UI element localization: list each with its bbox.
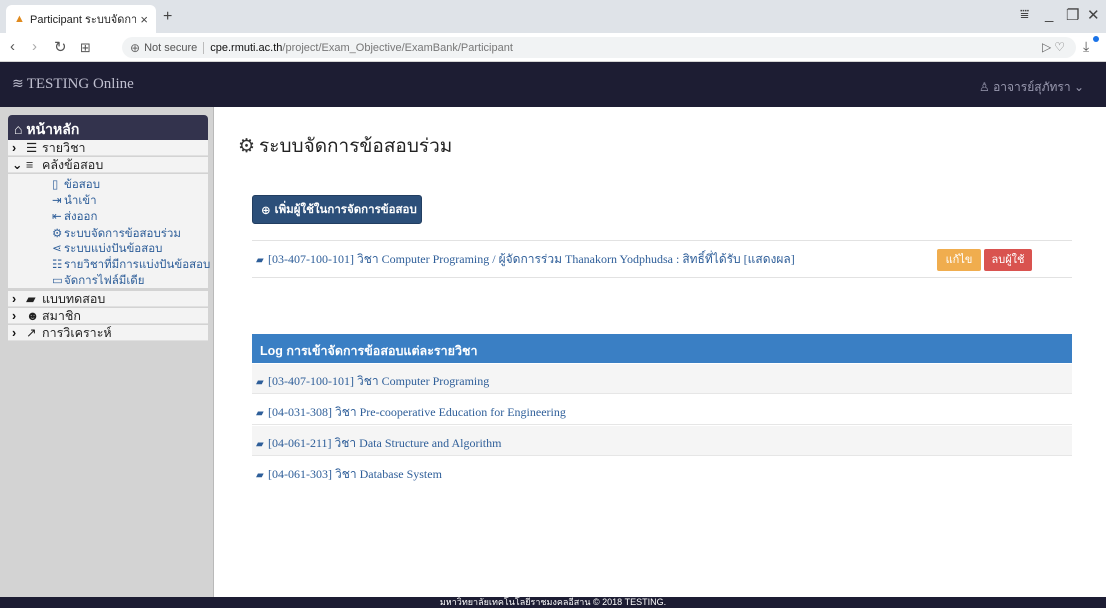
sidebar-item-label: การวิเคราะห์ [42, 326, 112, 340]
submenu-label: ระบบแบ่งปันข้อสอบ [64, 243, 163, 255]
submenu-label: ข้อสอบ [64, 179, 100, 191]
sidebar-item-exam-bank[interactable]: ⌄ ≡ คลังข้อสอบ [8, 157, 208, 173]
browser-tab-strip: ▲ Participant ระบบจัดการข้อสอบร่วม × + ⩸… [0, 0, 1106, 33]
log-item[interactable]: ▰ [03-407-100-101] วิชา Computer Programi… [252, 364, 1072, 394]
plus-circle-icon: ⊕ [261, 204, 271, 217]
sidebar-item-label: สมาชิก [42, 309, 81, 323]
minimize-button[interactable]: _ [1045, 6, 1053, 23]
bookmark-icon[interactable]: ▷♡ [1042, 40, 1068, 54]
tab-title: Participant ระบบจัดการข้อสอบร่วม [30, 14, 137, 26]
import-icon: ⇥ [52, 195, 62, 207]
submenu-label: ส่งออก [64, 211, 98, 223]
browser-tab[interactable]: ▲ Participant ระบบจัดการข้อสอบร่วม × [6, 5, 156, 33]
submenu-label: รายวิชาที่มีการแบ่งปันข้อสอบ [64, 259, 211, 271]
reload-icon[interactable]: ↻ [54, 38, 67, 56]
participant-row: ▰ [03-407-100-101] วิชา Computer Programi… [252, 240, 1072, 278]
book-icon: ▰ [26, 292, 36, 306]
page-title-text: ระบบจัดการข้อสอบร่วม [259, 136, 453, 157]
sidebar-item-label: คลังข้อสอบ [42, 158, 104, 172]
participant-text: [03-407-100-101] วิชา Computer Programin… [268, 252, 795, 266]
users-icon: ☻ [26, 309, 40, 323]
sidebar-home-label: หน้าหลัก [26, 121, 80, 137]
submenu-item-media[interactable]: ▭จัดการไฟล์มีเดีย [52, 272, 145, 290]
log-item-text: [04-061-211] วิชา Data Structure and Alg… [268, 436, 502, 450]
gears-icon: ⚙ [52, 228, 63, 240]
sidebar-item-label: แบบทดสอบ [42, 292, 106, 306]
list-alt-icon: ☷ [52, 259, 63, 271]
new-tab-button[interactable]: + [163, 8, 172, 26]
log-item[interactable]: ▰ [04-031-308] วิชา Pre-cooperative Educa… [252, 395, 1072, 425]
sidebar-item-analysis[interactable]: › ↗ การวิเคราะห์ [8, 325, 208, 341]
sidebar-item-subjects[interactable]: › ☰ รายวิชา [8, 140, 208, 156]
user-name: อาจารย์สุภัทรา [993, 80, 1071, 94]
submenu-item-export[interactable]: ⇤ ส่งออก [52, 208, 97, 226]
globe-icon: ⊕ [130, 40, 141, 55]
file-icon: ▯ [52, 179, 59, 191]
sidebar-item-label: รายวิชา [42, 141, 86, 155]
database-icon: ≡ [26, 158, 34, 172]
user-menu[interactable]: ♙ อาจารย์สุภัทรา ⌄ [979, 78, 1084, 97]
favicon-icon: ▲ [14, 13, 25, 25]
chevron-right-icon: › [12, 326, 17, 340]
log-item-text: [03-407-100-101] วิชา Computer Programin… [268, 374, 490, 388]
chevron-right-icon: › [12, 309, 17, 323]
export-icon: ⇤ [52, 211, 62, 223]
sidebar-item-members[interactable]: › ☻ สมาชิก [8, 308, 208, 324]
submenu-label: ระบบจัดการข้อสอบร่วม [64, 228, 181, 240]
app-navbar: ≋ TESTING Online ♙ อาจารย์สุภัทรา ⌄ [0, 62, 1106, 107]
book-icon: ▰ [256, 377, 264, 388]
submenu-label: นำเข้า [64, 195, 97, 207]
list-icon: ☰ [26, 141, 38, 155]
back-icon[interactable]: ‹ [10, 38, 15, 55]
url-host: cpe.rmuti.ac.th [210, 41, 283, 54]
restore-button[interactable]: ❐ [1066, 6, 1079, 24]
share-icon: ⋖ [52, 243, 62, 255]
edit-button[interactable]: แก้ไข [937, 249, 981, 271]
log-item[interactable]: ▰ [04-061-303] วิชา Database System [252, 457, 1072, 487]
url-field[interactable]: ⊕ Not secure cpe.rmuti.ac.th /project/Ex… [122, 37, 1076, 58]
download-icon[interactable]: ⤓ [1083, 36, 1099, 55]
line-chart-icon: ↗ [26, 326, 37, 340]
gears-icon: ⚙ [238, 136, 256, 157]
url-path: /project/Exam_Objective/ExamBank/Partici… [282, 41, 513, 54]
book-icon: ▰ [256, 408, 264, 419]
chevron-down-icon: ⌄ [1073, 80, 1084, 94]
apps-grid-icon[interactable]: ⊞ [80, 40, 91, 56]
brand-link[interactable]: ≋ TESTING Online [12, 76, 134, 93]
log-item-text: [04-061-303] วิชา Database System [268, 467, 442, 481]
log-panel-header: Log การเข้าจัดการข้อสอบแต่ละรายวิชา [252, 334, 1072, 363]
folder-icon: ▭ [52, 275, 63, 287]
book-icon: ▰ [256, 439, 264, 450]
delete-user-button[interactable]: ลบผู้ใช้ [984, 249, 1032, 271]
submenu-label: จัดการไฟล์มีเดีย [64, 275, 145, 287]
add-user-button[interactable]: ⊕ เพิ่มผู้ใช้ในการจัดการข้อสอบ [252, 195, 422, 224]
log-item[interactable]: ▰ [04-061-211] วิชา Data Structure and Al… [252, 426, 1072, 456]
brand-text: TESTING Online [26, 76, 134, 92]
book-icon: ▰ [256, 255, 264, 266]
home-icon: ⌂ [14, 121, 23, 137]
address-bar-row: ‹ › ↻ ⊞ ⊕ Not secure cpe.rmuti.ac.th /pr… [0, 33, 1106, 62]
close-window-button[interactable]: ✕ [1087, 6, 1100, 24]
tab-close-icon[interactable]: × [140, 12, 148, 27]
security-status[interactable]: Not secure [144, 41, 205, 54]
download-badge [1093, 36, 1099, 42]
participant-link[interactable]: ▰ [03-407-100-101] วิชา Computer Programi… [256, 250, 795, 269]
forward-icon[interactable]: › [32, 38, 37, 55]
chevron-down-icon: ⌄ [12, 158, 23, 172]
page-footer: มหาวิทยาลัยเทคโนโลยีราชมงคลอีสาน © 2018 … [0, 597, 1106, 608]
page-title: ⚙ ระบบจัดการข้อสอบร่วม [238, 131, 452, 161]
layers-icon: ≋ [12, 77, 24, 92]
user-icon: ♙ [978, 80, 990, 94]
book-icon: ▰ [256, 470, 264, 481]
add-user-label: เพิ่มผู้ใช้ในการจัดการข้อสอบ [274, 203, 417, 216]
chevron-right-icon: › [12, 292, 17, 306]
chevron-right-icon: › [12, 141, 17, 155]
sidebar-home[interactable]: ⌂ หน้าหลัก [8, 115, 208, 140]
tab-search-icon[interactable]: ⩸ [1020, 6, 1029, 23]
log-item-text: [04-031-308] วิชา Pre-cooperative Educat… [268, 405, 566, 419]
sidebar-item-tests[interactable]: › ▰ แบบทดสอบ [8, 291, 208, 307]
